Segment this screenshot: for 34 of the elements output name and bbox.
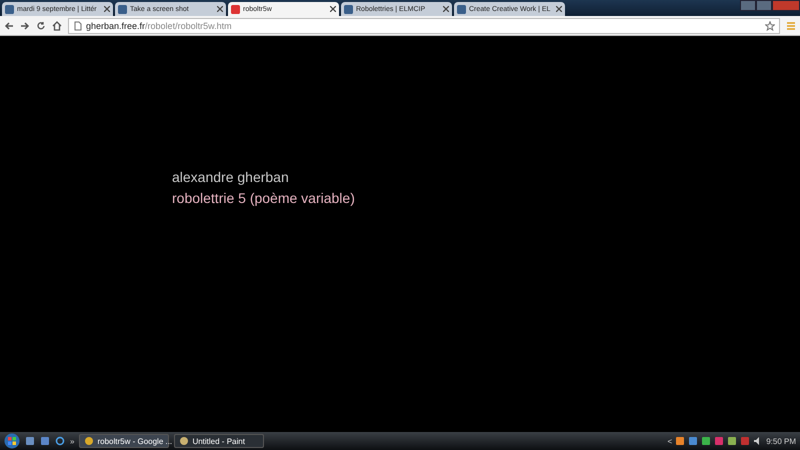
author-name: alexandre gherban (172, 169, 290, 185)
minimize-button[interactable] (740, 0, 756, 11)
tray-icon[interactable] (675, 436, 686, 446)
taskbar-button[interactable]: roboltr5w - Google ... (79, 434, 170, 448)
taskbar-button[interactable]: Untitled - Paint (174, 434, 264, 448)
tray-expand-button[interactable]: < (668, 436, 672, 446)
favicon-icon (457, 4, 466, 14)
page-icon (73, 20, 83, 30)
back-icon[interactable] (4, 20, 14, 30)
tray-icon[interactable] (701, 436, 712, 446)
star-icon[interactable] (765, 20, 775, 30)
close-icon[interactable] (217, 6, 223, 12)
start-button[interactable] (4, 433, 20, 449)
favicon-icon (118, 4, 127, 14)
forward-icon[interactable] (20, 20, 30, 30)
clock[interactable]: 9:50 PM (766, 436, 796, 446)
favicon-icon (5, 4, 14, 14)
close-icon[interactable] (104, 6, 110, 12)
overflow-chevron[interactable]: » (70, 436, 74, 446)
maximize-button[interactable] (756, 0, 772, 11)
poem-title[interactable]: robolettrie 5 (poème variable) (172, 190, 800, 206)
home-icon[interactable] (52, 20, 62, 30)
close-icon[interactable] (556, 6, 562, 12)
favicon-icon (231, 4, 240, 14)
close-icon[interactable] (330, 6, 336, 12)
app-icon (179, 436, 190, 446)
reload-icon[interactable] (36, 20, 46, 30)
favicon-icon (344, 4, 353, 14)
app-icon (84, 436, 94, 446)
close-button[interactable] (772, 0, 800, 11)
tray-icon[interactable] (714, 436, 724, 446)
address-bar[interactable]: gherban.free.fr/robolet/roboltr5w.htm (68, 18, 780, 34)
close-icon[interactable] (443, 6, 449, 12)
tray-icon[interactable] (688, 436, 698, 446)
